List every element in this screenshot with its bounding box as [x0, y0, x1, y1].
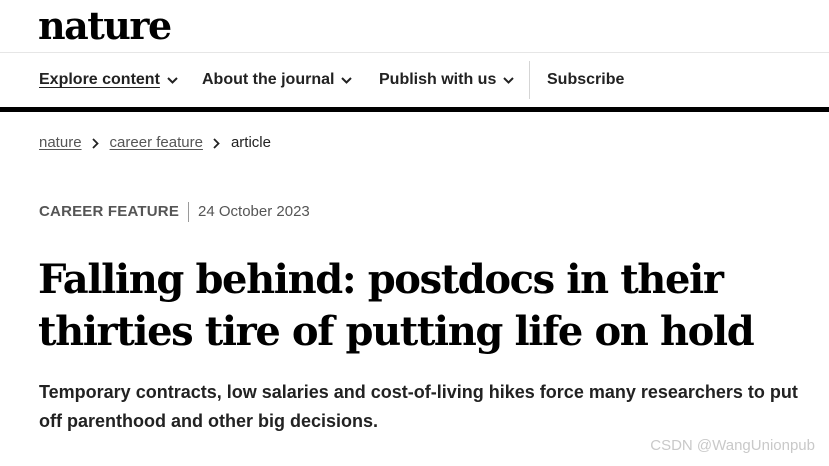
chevron-down-icon: [341, 76, 353, 84]
nav-publish-with-us-label: Publish with us: [379, 71, 497, 88]
main-nav: Explore content About the journal Publis…: [0, 53, 829, 107]
meta-divider: [188, 202, 190, 222]
chevron-down-icon: [167, 76, 178, 84]
nav-about-the-journal[interactable]: About the journal: [202, 70, 353, 90]
breadcrumb-nature[interactable]: nature: [39, 133, 82, 153]
article-date: 24 October 2023: [198, 203, 310, 220]
nav-about-the-journal-label: About the journal: [202, 71, 335, 88]
nav-divider: [529, 61, 530, 99]
nav-publish-with-us[interactable]: Publish with us: [379, 70, 515, 90]
article-type: CAREER FEATURE: [39, 203, 180, 220]
nav-explore-content[interactable]: Explore content: [39, 70, 178, 90]
chevron-right-icon: [91, 137, 99, 149]
subscribe-link[interactable]: Subscribe: [547, 70, 624, 90]
watermark: CSDN @WangUnionpub: [650, 437, 815, 454]
breadcrumb-current: article: [230, 134, 271, 151]
breadcrumb-career-feature[interactable]: career feature: [110, 133, 203, 153]
nav-explore-content-label: Explore content: [39, 71, 160, 88]
article-meta: CAREER FEATURE 24 October 2023: [39, 202, 310, 222]
nature-logo[interactable]: nature: [38, 4, 172, 48]
chevron-down-icon: [503, 76, 515, 84]
breadcrumb: nature career feature article: [39, 133, 271, 153]
article-title: Falling behind: postdocs in their thirti…: [38, 256, 755, 355]
chevron-right-icon: [213, 137, 220, 149]
article-standfirst: Temporary contracts, low salaries and co…: [39, 382, 798, 431]
nav-bottom-rule: [0, 107, 829, 112]
